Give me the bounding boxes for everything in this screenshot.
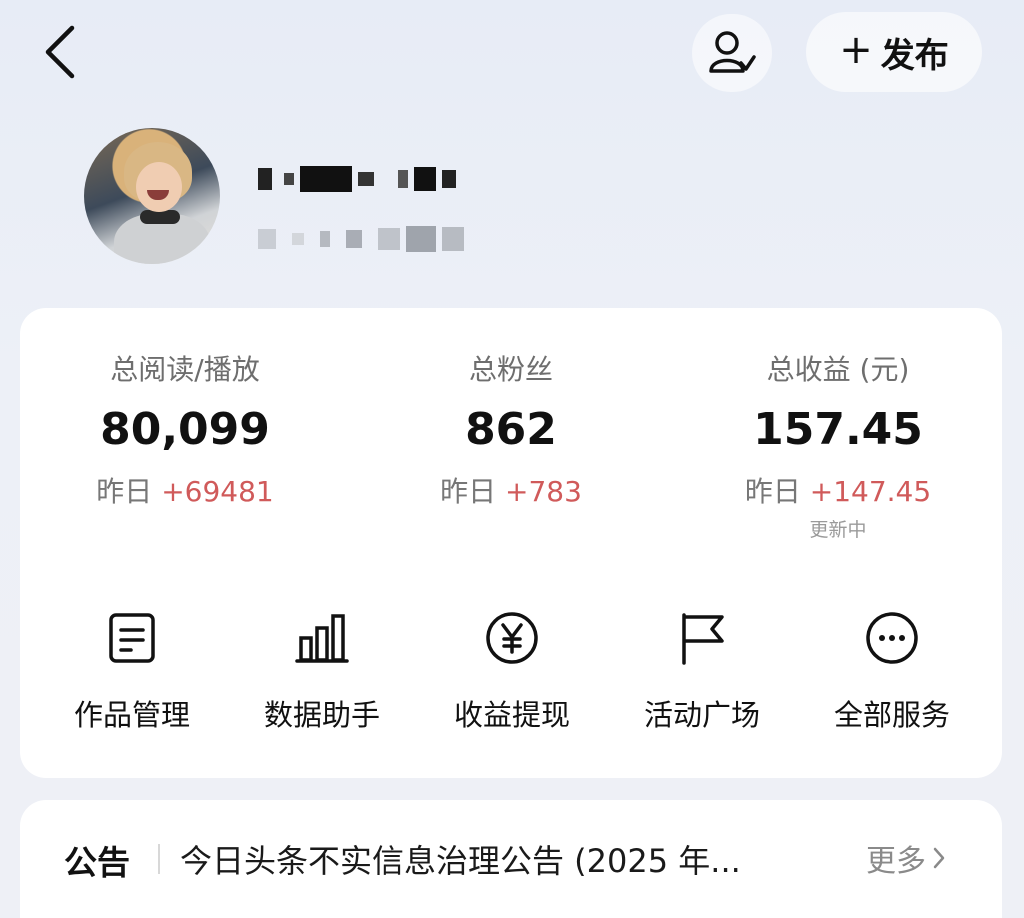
stat-delta: 昨日 +783 <box>361 470 661 514</box>
tool-all-services[interactable]: 全部服务 <box>797 608 987 734</box>
tool-label: 收益提现 <box>453 698 570 732</box>
document-icon <box>102 608 162 668</box>
tool-earnings-withdraw[interactable]: 收益提现 <box>417 608 607 734</box>
tool-label: 数据助手 <box>263 698 380 732</box>
stat-value: 157.45 <box>753 404 923 455</box>
bar-chart-icon <box>292 608 352 668</box>
stat-value: 862 <box>465 404 557 455</box>
tool-label: 活动广场 <box>643 698 760 732</box>
avatar[interactable] <box>84 128 220 264</box>
stat-delta: 昨日 +147.45 <box>688 470 988 514</box>
stat-delta-prefix: 昨日 <box>440 475 497 508</box>
tool-label: 作品管理 <box>73 698 190 732</box>
user-verify-button[interactable] <box>692 14 772 92</box>
plus-icon: + <box>839 27 873 73</box>
stat-delta-prefix: 昨日 <box>96 475 153 508</box>
user-subtitle-redacted <box>258 226 464 252</box>
more-label: 更多 <box>866 844 926 879</box>
back-button[interactable] <box>30 22 90 82</box>
announcement-bar[interactable]: 公告 今日头条不实信息治理公告 (2025 年... 更多 <box>20 800 1002 918</box>
publish-button[interactable]: + 发布 <box>806 12 982 92</box>
chevron-left-icon <box>45 25 75 79</box>
tool-label: 全部服务 <box>833 698 950 732</box>
tool-works-management[interactable]: 作品管理 <box>37 608 227 734</box>
flag-icon <box>672 608 732 668</box>
more-link[interactable]: 更多 <box>866 836 946 880</box>
stat-delta-prefix: 昨日 <box>744 475 801 508</box>
username-redacted <box>258 166 456 192</box>
stat-note: 更新中 <box>809 519 867 541</box>
stat-delta-value: +147.45 <box>809 475 932 508</box>
stat-total-reads[interactable]: 总阅读/播放 80,099 昨日 +69481 <box>35 348 335 514</box>
tool-data-assistant[interactable]: 数据助手 <box>227 608 417 734</box>
stat-total-fans[interactable]: 总粉丝 862 昨日 +783 <box>361 348 661 514</box>
stats-card: 总阅读/播放 80,099 昨日 +69481 总粉丝 862 昨日 +783 … <box>20 308 1002 778</box>
stat-delta-value: +69481 <box>161 475 274 508</box>
tool-grid: 作品管理 数据助手 收益提现 活动广场 全部服务 <box>20 608 1002 758</box>
announcement-text[interactable]: 今日头条不实信息治理公告 (2025 年... <box>180 836 820 882</box>
yen-circle-icon <box>482 608 542 668</box>
stat-delta-value: +783 <box>505 475 582 508</box>
announcement-title: 公告 <box>64 843 130 882</box>
more-circle-icon <box>862 608 922 668</box>
stat-total-earnings[interactable]: 总收益 (元) 157.45 昨日 +147.45 更新中 <box>688 348 988 544</box>
creator-center-page: + 发布 总阅读/播放 80,099 昨日 +69481 总粉丝 862 昨日 … <box>0 0 1024 918</box>
user-verify-icon <box>709 31 756 73</box>
stat-label: 总收益 (元) <box>766 353 910 386</box>
stat-value: 80,099 <box>100 404 270 455</box>
publish-label: 发布 <box>880 35 949 76</box>
tool-activity-square[interactable]: 活动广场 <box>607 608 797 734</box>
stat-label: 总阅读/播放 <box>110 353 260 386</box>
stat-delta: 昨日 +69481 <box>35 470 335 514</box>
divider <box>158 844 160 874</box>
stat-label: 总粉丝 <box>468 353 553 386</box>
chevron-right-icon <box>933 847 945 869</box>
